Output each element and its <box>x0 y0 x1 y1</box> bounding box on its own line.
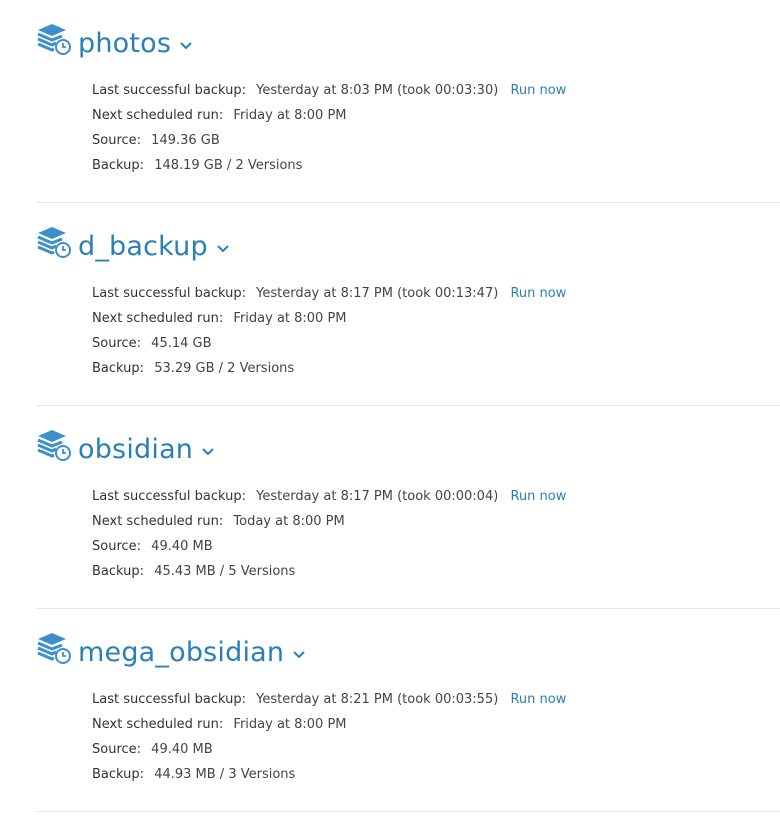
backup-item-d-backup: d_backup Last successful backup: Yesterd… <box>36 203 780 406</box>
backup-size-value: 45.43 MB / 5 Versions <box>154 564 296 579</box>
backup-title[interactable]: d_backup <box>78 227 208 267</box>
backup-title[interactable]: mega_obsidian <box>78 633 284 673</box>
last-backup-value: Yesterday at 8:17 PM (took 00:13:47) <box>256 286 499 301</box>
backup-size-row: Backup: 44.93 MB / 3 Versions <box>92 762 566 787</box>
last-backup-label: Last successful backup: <box>92 83 246 98</box>
next-run-value: Today at 8:00 PM <box>233 514 345 529</box>
backup-item-obsidian: obsidian Last successful backup: Yesterd… <box>36 406 780 609</box>
next-run-label: Next scheduled run: <box>92 717 224 732</box>
next-run-value: Friday at 8:00 PM <box>233 311 347 326</box>
source-label: Source: <box>92 133 142 148</box>
source-value: 49.40 MB <box>151 742 213 757</box>
backup-size-row: Backup: 148.19 GB / 2 Versions <box>92 153 566 178</box>
last-backup-value: Yesterday at 8:03 PM (took 00:03:30) <box>256 83 499 98</box>
source-label: Source: <box>92 742 142 757</box>
backup-title[interactable]: photos <box>78 24 171 64</box>
backup-size-row: Backup: 53.29 GB / 2 Versions <box>92 356 566 381</box>
source-label: Source: <box>92 539 142 554</box>
source-row: Source: 45.14 GB <box>92 331 566 356</box>
next-run-label: Next scheduled run: <box>92 311 224 326</box>
last-backup-row: Last successful backup: Yesterday at 8:1… <box>92 484 566 509</box>
database-clock-icon <box>37 633 71 664</box>
backup-size-value: 148.19 GB / 2 Versions <box>154 158 303 173</box>
last-backup-label: Last successful backup: <box>92 692 246 707</box>
run-now-link[interactable]: Run now <box>510 286 566 301</box>
last-backup-value: Yesterday at 8:21 PM (took 00:03:55) <box>256 692 499 707</box>
next-run-value: Friday at 8:00 PM <box>233 717 347 732</box>
backup-size-value: 53.29 GB / 2 Versions <box>154 361 295 376</box>
backup-title[interactable]: obsidian <box>78 430 193 470</box>
backup-header[interactable]: photos <box>36 24 193 64</box>
chevron-down-icon[interactable] <box>216 242 230 256</box>
backup-list: photos Last successful backup: Yesterday… <box>36 0 780 812</box>
backup-details: Last successful backup: Yesterday at 8:1… <box>92 484 566 584</box>
next-run-label: Next scheduled run: <box>92 108 224 123</box>
backup-size-label: Backup: <box>92 564 145 579</box>
backup-item-mega-obsidian: mega_obsidian Last successful backup: Ye… <box>36 609 780 812</box>
backup-details: Last successful backup: Yesterday at 8:1… <box>92 281 566 381</box>
chevron-down-icon[interactable] <box>292 648 306 662</box>
run-now-link[interactable]: Run now <box>510 692 566 707</box>
last-backup-label: Last successful backup: <box>92 489 246 504</box>
next-run-label: Next scheduled run: <box>92 514 224 529</box>
next-run-row: Next scheduled run: Today at 8:00 PM <box>92 509 566 534</box>
backup-header[interactable]: obsidian <box>36 430 215 470</box>
next-run-row: Next scheduled run: Friday at 8:00 PM <box>92 712 566 737</box>
backup-item-photos: photos Last successful backup: Yesterday… <box>36 0 780 203</box>
database-clock-icon <box>37 227 71 258</box>
backup-size-label: Backup: <box>92 767 145 782</box>
last-backup-value: Yesterday at 8:17 PM (took 00:00:04) <box>256 489 499 504</box>
backup-header[interactable]: mega_obsidian <box>36 633 306 673</box>
run-now-link[interactable]: Run now <box>510 489 566 504</box>
backup-size-label: Backup: <box>92 158 145 173</box>
source-row: Source: 149.36 GB <box>92 128 566 153</box>
database-clock-icon <box>37 24 71 55</box>
last-backup-row: Last successful backup: Yesterday at 8:0… <box>92 78 566 103</box>
source-row: Source: 49.40 MB <box>92 534 566 559</box>
last-backup-row: Last successful backup: Yesterday at 8:2… <box>92 687 566 712</box>
chevron-down-icon[interactable] <box>179 39 193 53</box>
backup-size-row: Backup: 45.43 MB / 5 Versions <box>92 559 566 584</box>
backup-details: Last successful backup: Yesterday at 8:2… <box>92 687 566 787</box>
run-now-link[interactable]: Run now <box>510 83 566 98</box>
next-run-row: Next scheduled run: Friday at 8:00 PM <box>92 103 566 128</box>
backup-details: Last successful backup: Yesterday at 8:0… <box>92 78 566 178</box>
source-value: 49.40 MB <box>151 539 213 554</box>
next-run-value: Friday at 8:00 PM <box>233 108 347 123</box>
source-value: 149.36 GB <box>151 133 220 148</box>
backup-size-label: Backup: <box>92 361 145 376</box>
database-clock-icon <box>37 430 71 461</box>
chevron-down-icon[interactable] <box>201 445 215 459</box>
backup-header[interactable]: d_backup <box>36 227 230 267</box>
last-backup-row: Last successful backup: Yesterday at 8:1… <box>92 281 566 306</box>
last-backup-label: Last successful backup: <box>92 286 246 301</box>
source-row: Source: 49.40 MB <box>92 737 566 762</box>
backup-size-value: 44.93 MB / 3 Versions <box>154 767 296 782</box>
source-label: Source: <box>92 336 142 351</box>
source-value: 45.14 GB <box>151 336 212 351</box>
next-run-row: Next scheduled run: Friday at 8:00 PM <box>92 306 566 331</box>
